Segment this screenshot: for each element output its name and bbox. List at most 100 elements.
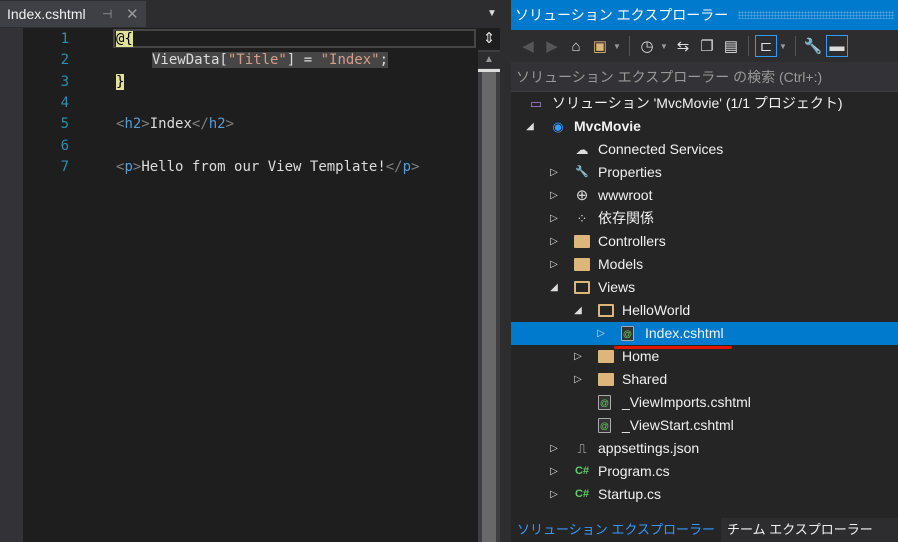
back-icon[interactable]: ◀ — [517, 35, 539, 57]
vertical-scrollbar[interactable]: ⇕ ▲ — [478, 28, 500, 542]
chevron-down-icon[interactable]: ▼ — [660, 42, 670, 51]
tree-item-label: Shared — [622, 371, 668, 387]
code-line[interactable]: 1 @{ — [23, 29, 478, 50]
tree-item[interactable]: ▷ Models — [511, 253, 898, 276]
tree-item[interactable]: ▷ Controllers — [511, 230, 898, 253]
code-token: h2 — [124, 116, 142, 133]
line-number: 5 — [60, 116, 69, 133]
code-area[interactable]: 1 @{2 ViewData["Title"] = "Index"; 3} 4 5 <h2>… — [23, 28, 478, 542]
sync-icon[interactable]: ⇆ — [672, 35, 694, 57]
line-number: 7 — [60, 158, 69, 175]
code-line[interactable]: 3} — [23, 72, 478, 93]
code-token: ] = — [286, 52, 321, 69]
tree-item[interactable]: ◢ HelloWorld — [511, 299, 898, 322]
collapse-arrow-icon[interactable]: ▷ — [572, 368, 584, 391]
folder-icon — [598, 350, 614, 363]
wrench-icon: 🔧 — [575, 166, 589, 178]
tree-item-label: wwwroot — [598, 187, 653, 203]
editor-gutter — [0, 28, 23, 542]
code-line[interactable]: 4 — [23, 93, 478, 114]
search-input[interactable]: ソリューション エクスプローラー の検索 (Ctrl+:) — [511, 62, 898, 92]
tree-item-label: Controllers — [598, 233, 666, 249]
collapse-arrow-icon[interactable]: ▷ — [548, 161, 560, 184]
folder-icon — [574, 258, 590, 271]
csharp-file-icon: C# — [574, 488, 590, 500]
tree-item-label: HelloWorld — [622, 302, 691, 318]
code-token: > — [141, 116, 150, 133]
tab-index-cshtml[interactable]: Index.cshtml ⊣ ✕ — [0, 1, 146, 27]
code-token: ; — [379, 52, 389, 69]
collapse-arrow-icon[interactable]: ▷ — [548, 460, 560, 483]
tree-item[interactable]: ☁ Connected Services — [511, 138, 898, 161]
pin-icon[interactable]: ▬ — [826, 35, 848, 57]
chevron-down-icon[interactable]: ▼ — [779, 42, 789, 51]
tree-item[interactable]: ▭ ソリューション 'MvcMovie' (1/1 プロジェクト) — [511, 92, 898, 115]
razor-file-icon: @ — [598, 395, 611, 410]
scrollbar-thumb[interactable] — [482, 72, 496, 542]
chevron-down-icon[interactable]: ▼ — [613, 42, 623, 51]
divider — [629, 36, 630, 56]
close-icon[interactable]: ✕ — [126, 5, 139, 23]
collapse-arrow-icon[interactable]: ▷ — [548, 253, 560, 276]
code-token: ViewData[ — [152, 52, 228, 69]
expand-arrow-icon[interactable]: ◢ — [548, 276, 560, 299]
tree-item[interactable]: @ _ViewImports.cshtml — [511, 391, 898, 414]
tree-item-label: Models — [598, 256, 644, 272]
search-placeholder: ソリューション エクスプローラー の検索 (Ctrl+:) — [516, 68, 823, 85]
code-text: } — [116, 72, 125, 93]
collapse-arrow-icon[interactable]: ▷ — [595, 322, 607, 345]
split-window-icon[interactable]: ⇕ — [478, 28, 500, 50]
code-text: @{ — [116, 29, 133, 50]
collapse-arrow-icon[interactable]: ▷ — [548, 437, 560, 460]
tree-item-label: Connected Services — [598, 141, 724, 157]
tree-item[interactable]: ▷ ⁘ 依存関係 — [511, 207, 898, 230]
properties-icon[interactable]: 🔧 — [802, 35, 824, 57]
tree-item[interactable]: ▷ ⊕ wwwroot — [511, 184, 898, 207]
code-line[interactable]: 6 — [23, 136, 478, 157]
dependencies-icon: ⁘ — [576, 211, 588, 226]
document-tab-strip: Index.cshtml ⊣ ✕ ▼ — [0, 0, 506, 28]
code-token: } — [116, 73, 125, 90]
collapse-all-icon[interactable]: ❐ — [696, 35, 718, 57]
tree-item[interactable]: ▷ 🔧 Properties — [511, 161, 898, 184]
pending-changes-filter-icon[interactable]: ◷ — [636, 35, 658, 57]
code-text: ViewData["Title"] = "Index"; — [152, 50, 389, 71]
code-line[interactable]: 7 <p>Hello from our View Template!</p> — [23, 157, 478, 178]
expand-arrow-icon[interactable]: ◢ — [572, 299, 584, 322]
tree-item[interactable]: ▷ ⎍ appsettings.json — [511, 437, 898, 460]
collapse-arrow-icon[interactable]: ▷ — [548, 483, 560, 506]
title-grip[interactable] — [738, 11, 894, 19]
tree-item[interactable]: ▷ C# Startup.cs — [511, 483, 898, 506]
tree-item[interactable]: ◢ ◉ MvcMovie — [511, 115, 898, 138]
preview-selected-icon[interactable]: ⊏ — [755, 35, 777, 57]
code-token: Hello from our View Template! — [141, 158, 386, 175]
collapse-arrow-icon[interactable]: ▷ — [548, 207, 560, 230]
folder-open-icon — [598, 304, 614, 317]
tree-item[interactable]: ◢ Views — [511, 276, 898, 299]
collapse-arrow-icon[interactable]: ▷ — [548, 230, 560, 253]
tree-item[interactable]: ▷ @ Index.cshtml — [511, 322, 898, 345]
code-line[interactable]: 2 ViewData["Title"] = "Index"; — [23, 50, 478, 71]
home-icon[interactable]: ⌂ — [565, 35, 587, 57]
expand-arrow-icon[interactable]: ◢ — [524, 115, 536, 138]
pin-icon[interactable]: ⊣ — [102, 7, 112, 21]
tab-team-explorer[interactable]: チーム エクスプローラー — [720, 518, 879, 542]
divider — [795, 36, 796, 56]
collapse-arrow-icon[interactable]: ▷ — [548, 184, 560, 207]
forward-icon[interactable]: ▶ — [541, 35, 563, 57]
code-line[interactable]: 5 <h2>Index</h2> — [23, 114, 478, 135]
tree-item[interactable]: @ _ViewStart.cshtml — [511, 414, 898, 437]
show-all-files-icon[interactable]: ▤ — [720, 35, 742, 57]
razor-file-icon: @ — [598, 418, 611, 433]
tab-solution-explorer[interactable]: ソリューション エクスプローラー — [511, 518, 721, 542]
collapse-arrow-icon[interactable]: ▷ — [572, 345, 584, 368]
folder-icon — [598, 373, 614, 386]
switch-views-icon[interactable]: ▣ — [589, 35, 611, 57]
code-token: Index — [149, 116, 192, 133]
chevron-down-icon[interactable]: ▼ — [487, 8, 497, 19]
tree-item[interactable]: ▷ Shared — [511, 368, 898, 391]
line-number: 6 — [60, 137, 69, 154]
scroll-up-icon[interactable]: ▲ — [478, 52, 500, 68]
code-token: p — [124, 158, 133, 175]
tree-item[interactable]: ▷ C# Program.cs — [511, 460, 898, 483]
